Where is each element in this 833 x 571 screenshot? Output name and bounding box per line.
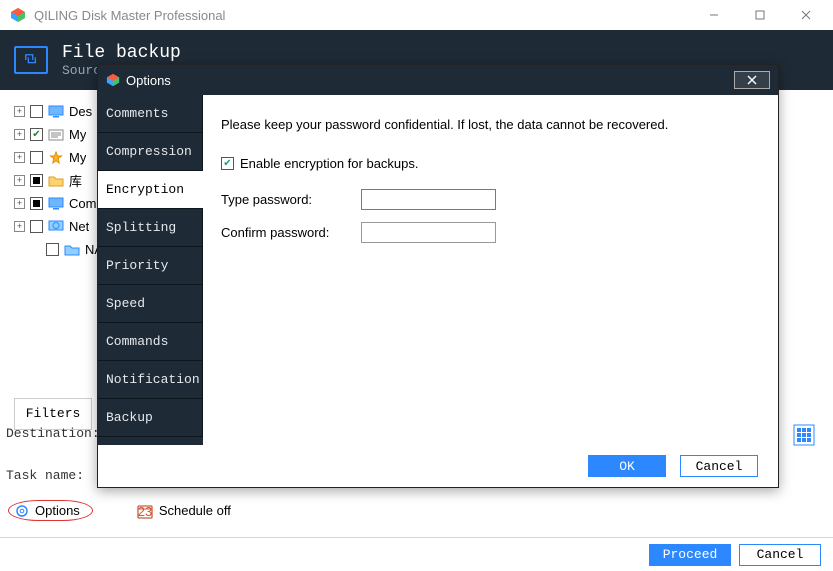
options-tab-notification[interactable]: Notification [98, 361, 203, 399]
tree-checkbox[interactable] [30, 197, 43, 210]
encryption-warning: Please keep your password confidential. … [221, 117, 760, 132]
tree-checkbox[interactable] [30, 174, 43, 187]
confirm-password-row: Confirm password: [221, 222, 760, 243]
tree-checkbox[interactable] [30, 151, 43, 164]
monitor-net-icon [48, 220, 64, 233]
monitor-icon [48, 197, 64, 210]
options-content-encryption: Please keep your password confidential. … [203, 95, 778, 445]
schedule-link-label: Schedule off [159, 503, 231, 518]
tree-checkbox[interactable] [46, 243, 59, 256]
folder-yellow-icon [48, 174, 64, 187]
titlebar: QILING Disk Master Professional [0, 0, 833, 30]
options-tab-compression[interactable]: Compression [98, 133, 203, 171]
enable-encryption-label: Enable encryption for backups. [240, 156, 419, 171]
expand-icon[interactable]: + [14, 129, 25, 140]
options-tab-priority[interactable]: Priority [98, 247, 203, 285]
dialog-title: Options [126, 73, 171, 88]
proceed-button[interactable]: Proceed [649, 544, 731, 566]
type-password-row: Type password: [221, 189, 760, 210]
star-icon [48, 151, 64, 164]
options-tab-commands[interactable]: Commands [98, 323, 203, 361]
app-logo-icon [10, 7, 26, 23]
tree-item-label: 库 [69, 171, 82, 190]
monitor-icon [48, 105, 64, 118]
dialog-close-button[interactable] [734, 71, 770, 89]
taskname-label: Task name: [6, 468, 84, 483]
options-tab-splitting[interactable]: Splitting [98, 209, 203, 247]
cube-icon [106, 73, 120, 87]
options-tab-comments[interactable]: Comments [98, 95, 203, 133]
close-button[interactable] [783, 0, 829, 30]
options-tab-speed[interactable]: Speed [98, 285, 203, 323]
dialog-ok-button[interactable]: OK [588, 455, 666, 477]
page-title: File backup [62, 43, 181, 63]
type-password-label: Type password: [221, 192, 351, 207]
tree-checkbox[interactable] [30, 105, 43, 118]
bottom-links: Options 23 Schedule off [8, 500, 231, 521]
tree-checkbox[interactable] [30, 220, 43, 233]
schedule-link[interactable]: 23 Schedule off [137, 503, 231, 519]
svg-text:23: 23 [138, 504, 152, 519]
calendar-icon: 23 [137, 503, 153, 519]
confirm-password-label: Confirm password: [221, 225, 351, 240]
enable-encryption-checkbox[interactable]: Enable encryption for backups. [221, 156, 760, 171]
gear-icon [15, 504, 29, 518]
options-dialog: Options CommentsCompressionEncryptionSpl… [97, 64, 779, 488]
calendar-grid-icon[interactable] [793, 424, 815, 446]
expand-icon[interactable]: + [14, 152, 25, 163]
tree-item-label: My [69, 127, 86, 142]
tree-item-label: My [69, 150, 86, 165]
folder-doc-icon [48, 128, 64, 141]
destination-label: Destination: [6, 426, 100, 441]
tree-checkbox[interactable] [30, 128, 43, 141]
expand-icon[interactable]: + [14, 106, 25, 117]
minimize-button[interactable] [691, 0, 737, 30]
cancel-button[interactable]: Cancel [739, 544, 821, 566]
options-tab-encryption[interactable]: Encryption [98, 171, 203, 209]
options-link[interactable]: Options [8, 500, 93, 521]
dialog-footer: OK Cancel [98, 445, 778, 487]
window-title: QILING Disk Master Professional [32, 8, 691, 23]
window-footer: Proceed Cancel [0, 537, 833, 571]
tree-item-label: Net [69, 219, 89, 234]
options-sidebar: CommentsCompressionEncryptionSplittingPr… [98, 95, 203, 445]
file-backup-icon [14, 46, 48, 74]
options-tab-backup[interactable]: Backup [98, 399, 203, 437]
tree-item-label: Com [69, 196, 96, 211]
dialog-cancel-button[interactable]: Cancel [680, 455, 758, 477]
dialog-titlebar: Options [98, 65, 778, 95]
folder-blue-icon [64, 243, 80, 256]
expand-icon[interactable]: + [14, 198, 25, 209]
expand-icon[interactable]: + [14, 221, 25, 232]
type-password-input[interactable] [361, 189, 496, 210]
tree-item-label: Des [69, 104, 92, 119]
confirm-password-input[interactable] [361, 222, 496, 243]
expand-icon[interactable]: + [14, 175, 25, 186]
options-link-label: Options [35, 503, 80, 518]
maximize-button[interactable] [737, 0, 783, 30]
checkbox-checked-icon [221, 157, 234, 170]
